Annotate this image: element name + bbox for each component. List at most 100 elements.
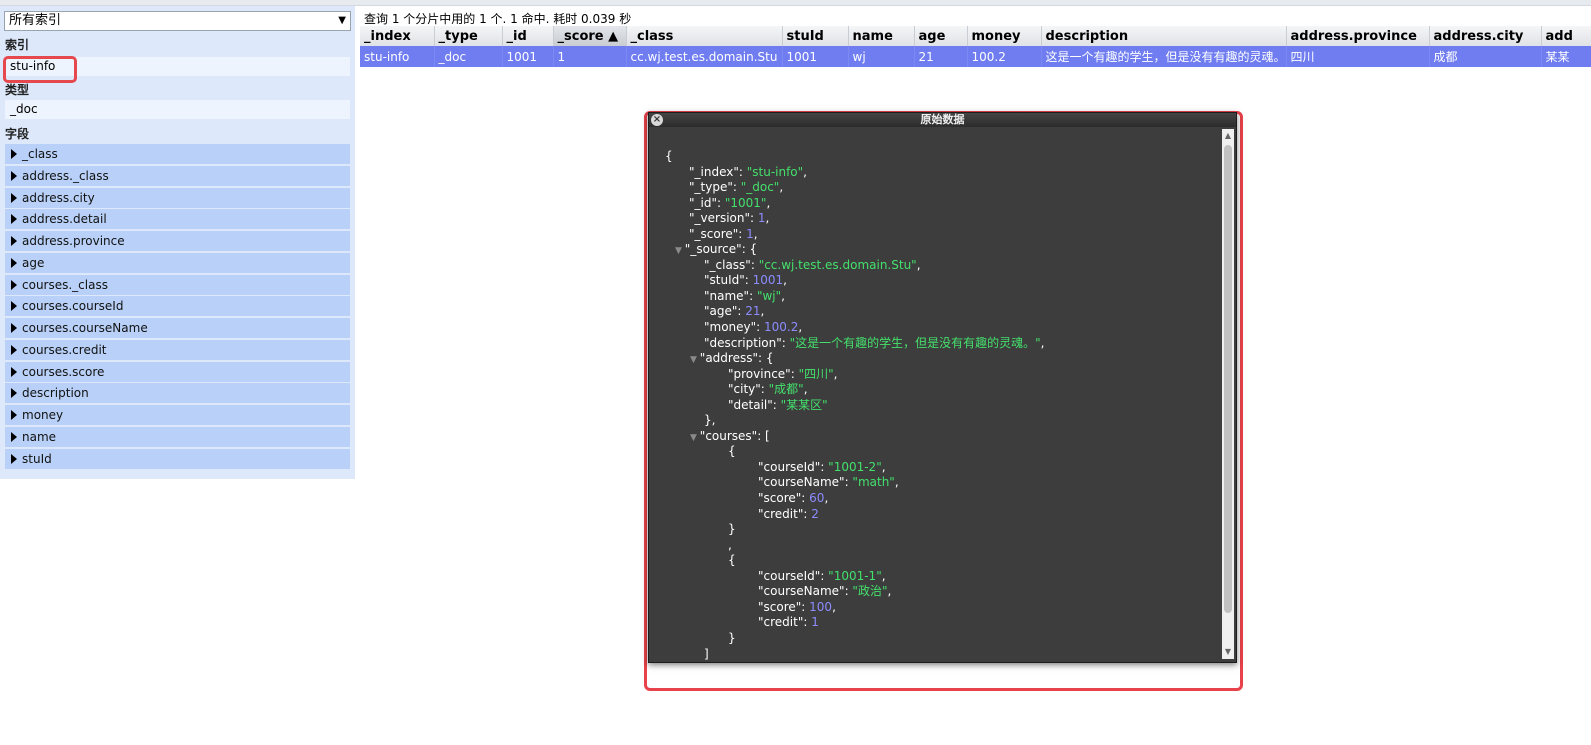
- json-line: "courseId": "1001-2",: [758, 459, 886, 474]
- field-item[interactable]: address.province: [5, 231, 350, 251]
- json-line: {: [728, 444, 736, 459]
- field-item[interactable]: money: [5, 405, 350, 425]
- field-item[interactable]: address.detail: [5, 209, 350, 230]
- column-header[interactable]: address.city: [1429, 26, 1542, 46]
- index-heading: 索引: [5, 38, 30, 52]
- json-line: "money": 100.2,: [704, 320, 803, 335]
- collapse-toggle-icon[interactable]: ▼: [690, 433, 700, 443]
- fields-heading: 字段: [5, 127, 30, 141]
- expand-triangle-icon: [11, 366, 17, 377]
- expand-triangle-icon: [11, 192, 17, 203]
- scroll-thumb[interactable]: [1224, 145, 1232, 613]
- column-header[interactable]: description: [1041, 26, 1287, 46]
- field-label: courses._class: [22, 277, 108, 292]
- table-cell: 1: [553, 46, 627, 67]
- field-item[interactable]: courses.courseId: [5, 296, 350, 317]
- collapse-toggle-icon[interactable]: ▼: [690, 355, 700, 365]
- column-header[interactable]: _id: [502, 26, 554, 46]
- table-header-row: _index _type _id _score ▲ _class stuId name age…: [360, 26, 1591, 46]
- scroll-up-icon[interactable]: ▲: [1222, 129, 1234, 143]
- json-line: ▼ "courses": [: [690, 428, 770, 443]
- field-label: address.city: [22, 190, 95, 205]
- json-line: "courseName": "math",: [758, 475, 899, 490]
- expand-triangle-icon: [11, 257, 17, 268]
- index-select-value: 所有索引: [9, 13, 62, 28]
- expand-triangle-icon: [11, 431, 17, 442]
- search-summary: 查询 1 个分片中用的 1 个. 1 命中. 耗时 0.039 秒: [364, 12, 632, 26]
- index-select[interactable]: 所有索引 ▼: [4, 11, 351, 31]
- field-item[interactable]: address.city: [5, 187, 350, 208]
- column-header[interactable]: _score ▲: [553, 26, 627, 46]
- field-list: _class address._class address.city address.…: [5, 144, 350, 470]
- raw-data-dialog: 原始数据 × { "_index": "stu-info", "_type": "_…: [648, 112, 1237, 663]
- column-header[interactable]: _class: [626, 26, 783, 46]
- field-label: age: [22, 255, 45, 270]
- json-line: "score": 60,: [758, 491, 829, 506]
- field-item[interactable]: courses.credit: [5, 339, 350, 360]
- expand-triangle-icon: [11, 279, 17, 290]
- index-highlight-box: [3, 56, 77, 83]
- json-line: ]: [704, 646, 709, 661]
- expand-triangle-icon: [11, 453, 17, 464]
- field-item[interactable]: name: [5, 426, 350, 447]
- expand-triangle-icon: [11, 170, 17, 181]
- column-header[interactable]: age: [914, 26, 968, 46]
- json-line: "age": 21,: [704, 304, 765, 319]
- expand-triangle-icon: [11, 323, 17, 333]
- field-label: courses.courseId: [22, 299, 124, 314]
- json-viewer: { "_index": "stu-info", "_type": "_doc", "_…: [649, 127, 1223, 662]
- field-item[interactable]: courses._class: [5, 274, 350, 295]
- column-header[interactable]: _type: [434, 26, 503, 46]
- field-label: _class: [22, 147, 58, 161]
- type-value[interactable]: _doc: [5, 100, 350, 119]
- json-line: "_index": "stu-info",: [689, 164, 807, 179]
- column-header[interactable]: address.province: [1286, 26, 1430, 46]
- table-cell: 100.2: [967, 46, 1042, 67]
- table-cell: 四川: [1286, 46, 1430, 67]
- field-item[interactable]: _class: [5, 144, 350, 164]
- collapse-toggle-icon[interactable]: ▼: [675, 246, 685, 256]
- field-label: description: [22, 386, 89, 401]
- table-cell: _doc: [434, 46, 503, 67]
- field-label: courses.score: [22, 364, 105, 379]
- expand-triangle-icon: [11, 410, 17, 420]
- field-item[interactable]: courses.score: [5, 361, 350, 382]
- table-cell: 成都: [1429, 46, 1542, 67]
- json-line: "name": "wj",: [704, 288, 785, 303]
- scroll-down-icon[interactable]: ▼: [1222, 645, 1234, 659]
- json-line: },: [704, 413, 716, 428]
- close-icon[interactable]: ×: [651, 114, 663, 126]
- json-line: "_version": 1,: [689, 211, 770, 226]
- json-line: "detail": "某某区": [728, 397, 828, 412]
- table-row[interactable]: stu-info _doc 1001 1 cc.wj.test.es.domain.St…: [360, 46, 1591, 67]
- column-header[interactable]: name: [848, 26, 915, 46]
- field-label: stuId: [22, 451, 52, 466]
- field-label: address.province: [22, 234, 125, 248]
- json-line: "courseName": "政治",: [758, 584, 892, 599]
- dialog-title: 原始数据: [649, 113, 1236, 127]
- expand-triangle-icon: [11, 214, 17, 225]
- expand-triangle-icon: [11, 388, 17, 399]
- field-item[interactable]: age: [5, 252, 350, 273]
- table-cell: 21: [914, 46, 968, 67]
- field-label: courses.credit: [22, 342, 107, 357]
- json-line: "_type": "_doc",: [689, 180, 784, 195]
- expand-triangle-icon: [11, 301, 17, 312]
- field-item[interactable]: address._class: [5, 165, 350, 186]
- vertical-scrollbar[interactable]: ▲ ▼: [1222, 129, 1234, 659]
- field-item[interactable]: stuId: [5, 448, 350, 469]
- json-line: }: [728, 630, 736, 645]
- field-item[interactable]: description: [5, 383, 350, 404]
- column-header[interactable]: add: [1541, 26, 1591, 46]
- json-line: "city": "成都",: [728, 382, 808, 397]
- field-label: address._class: [22, 168, 109, 183]
- table-cell: 某某: [1541, 46, 1591, 67]
- field-item[interactable]: courses.courseName: [5, 318, 350, 338]
- table-cell: 1001: [782, 46, 849, 67]
- column-header[interactable]: money: [967, 26, 1042, 46]
- column-header[interactable]: _index: [360, 26, 435, 46]
- json-line: {: [665, 149, 673, 163]
- table-cell: 1001: [502, 46, 554, 67]
- column-header[interactable]: stuId: [782, 26, 849, 46]
- table-cell: stu-info: [360, 46, 435, 67]
